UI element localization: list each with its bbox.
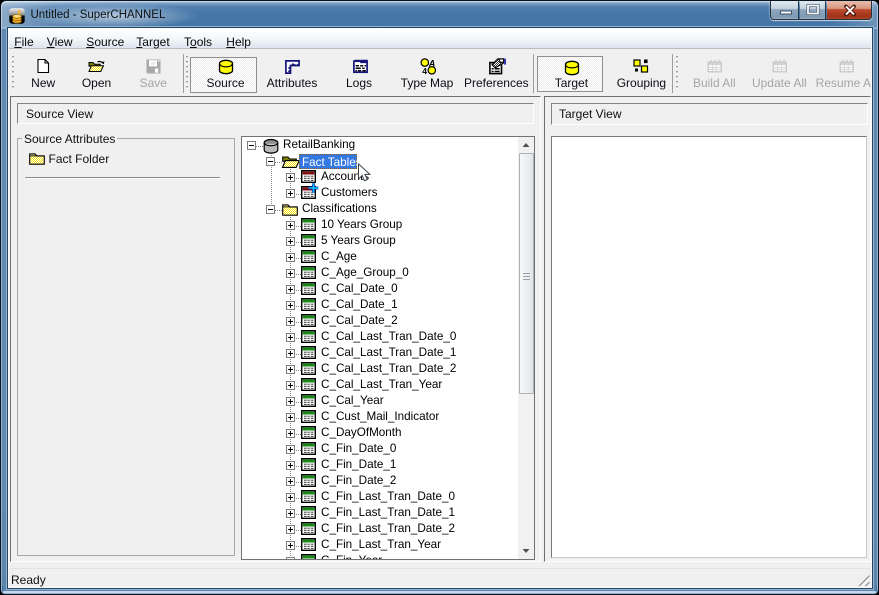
svg-text:4: 4 (422, 66, 427, 76)
